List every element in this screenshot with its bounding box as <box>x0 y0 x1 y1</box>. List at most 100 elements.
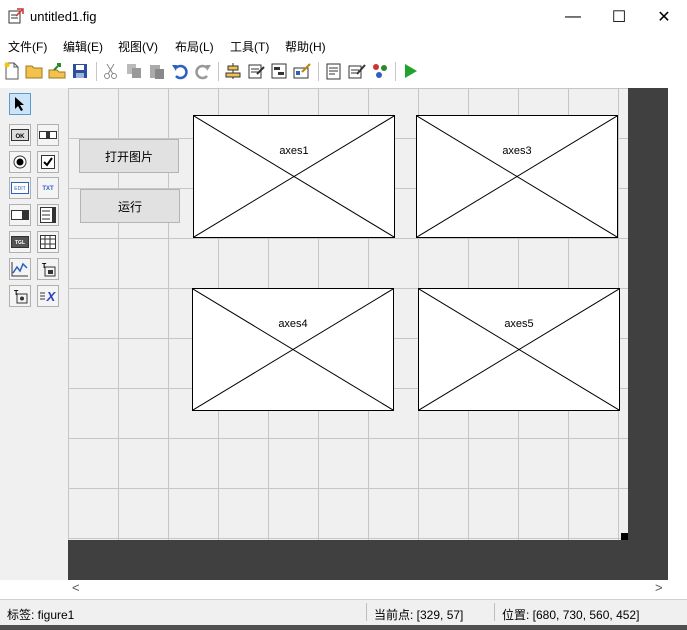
edit-text-icon: EDIT <box>11 182 29 194</box>
property-inspector-icon[interactable] <box>348 62 366 80</box>
scroll-left-icon[interactable]: < <box>72 580 80 595</box>
close-button[interactable]: ✕ <box>641 0 687 34</box>
run-figure-icon[interactable] <box>401 62 419 80</box>
static-text-icon: TXT <box>42 186 54 192</box>
menu-help[interactable]: 帮助(H) <box>285 38 326 55</box>
editor-icon[interactable] <box>325 62 343 80</box>
popup-menu-tool[interactable] <box>9 204 31 226</box>
horizontal-scrollbar[interactable]: < > <box>68 580 668 597</box>
object-browser-icon[interactable] <box>371 62 389 80</box>
minimize-icon: — <box>565 8 581 25</box>
button-group-icon: T <box>14 290 28 304</box>
open-folder-icon[interactable] <box>25 62 43 80</box>
checkbox-icon <box>41 155 55 169</box>
axes-cross-icon <box>194 116 394 237</box>
menu-bar: 文件(F) 编辑(E) 视图(V) 布局(L) 工具(T) 帮助(H) <box>0 34 687 56</box>
activex-control-icon: X <box>40 289 57 303</box>
table-tool[interactable] <box>37 231 59 253</box>
matlab-guide-icon <box>8 8 24 24</box>
maximize-button[interactable]: ☐ <box>596 0 642 34</box>
copy-icon[interactable] <box>125 62 143 80</box>
canvas-outside-area <box>628 88 668 540</box>
minimize-button[interactable]: — <box>550 0 596 34</box>
listbox-icon <box>40 207 56 223</box>
axes-plot-icon <box>11 262 28 277</box>
checkbox-tool[interactable] <box>37 151 59 173</box>
redo-icon[interactable] <box>194 62 212 80</box>
component-palette: OK EDIT TXT TGL T T X <box>0 88 68 580</box>
status-position: 位置: [680, 730, 560, 452] <box>502 608 640 622</box>
menu-layout[interactable]: 布局(L) <box>175 38 214 55</box>
listbox-tool[interactable] <box>37 204 59 226</box>
status-tag: 标签: figure1 <box>7 608 75 622</box>
menu-file[interactable]: 文件(F) <box>8 38 47 55</box>
status-bar: 标签: figure1 当前点: [329, 57] 位置: [680, 730… <box>0 599 687 626</box>
static-text-tool[interactable]: TXT <box>37 177 59 199</box>
export-icon[interactable] <box>48 62 66 80</box>
panel-icon: T <box>42 263 56 277</box>
toolbar-separator <box>395 62 396 81</box>
axes-cross-icon <box>193 289 393 410</box>
open-image-button[interactable]: 打开图片 <box>79 139 179 173</box>
axes-label: axes5 <box>504 318 534 330</box>
slider-tool[interactable] <box>37 124 59 146</box>
menu-editor-icon[interactable] <box>247 62 265 80</box>
menu-edit[interactable]: 编辑(E) <box>63 38 103 55</box>
status-current-point: 当前点: [329, 57] <box>374 608 464 622</box>
maximize-icon: ☐ <box>611 9 627 26</box>
undo-icon[interactable] <box>171 62 189 80</box>
activex-tool[interactable]: X <box>37 285 59 307</box>
scroll-right-icon[interactable]: > <box>655 580 663 595</box>
menu-tools[interactable]: 工具(T) <box>230 38 269 55</box>
svg-text:TXT: TXT <box>42 186 54 192</box>
push-button-icon: OK <box>11 129 29 141</box>
radio-button-tool[interactable] <box>9 151 31 173</box>
run-button[interactable]: 运行 <box>80 189 180 223</box>
axes4-placeholder[interactable]: axes4 <box>192 288 394 411</box>
axes-cross-icon <box>419 289 619 410</box>
background-strip <box>0 625 687 630</box>
button-group-tool[interactable]: T <box>9 285 31 307</box>
toolbar <box>0 58 687 86</box>
select-tool[interactable] <box>9 93 31 115</box>
vertical-scrollbar[interactable] <box>668 88 687 580</box>
window-title: untitled1.fig <box>30 9 97 24</box>
radio-button-icon <box>13 155 27 169</box>
paste-icon[interactable] <box>148 62 166 80</box>
axes-cross-icon <box>417 116 617 237</box>
popup-menu-icon <box>11 210 29 220</box>
toggle-button-tool[interactable]: TGL <box>9 231 31 253</box>
axes-label: axes3 <box>502 145 532 157</box>
arrow-cursor-icon <box>15 97 24 111</box>
toggle-button-icon: TGL <box>11 236 29 248</box>
status-separator <box>366 603 367 621</box>
axes5-placeholder[interactable]: axes5 <box>418 288 620 411</box>
slider-icon <box>39 131 57 139</box>
axes1-placeholder[interactable]: axes1 <box>193 115 395 238</box>
axes-tool[interactable] <box>9 258 31 280</box>
title-bar: untitled1.fig — ☐ ✕ <box>0 0 687 34</box>
cut-icon[interactable] <box>102 62 120 80</box>
new-file-icon[interactable] <box>3 62 21 80</box>
edit-text-tool[interactable]: EDIT <box>9 177 31 199</box>
push-button-tool[interactable]: OK <box>9 124 31 146</box>
toolbar-separator <box>96 62 97 81</box>
menu-view[interactable]: 视图(V) <box>118 38 158 55</box>
save-icon[interactable] <box>71 62 89 80</box>
figure-resize-handle[interactable] <box>621 533 628 540</box>
table-icon <box>40 235 56 249</box>
axes3-placeholder[interactable]: axes3 <box>416 115 618 238</box>
align-objects-icon[interactable] <box>224 62 242 80</box>
tab-order-icon[interactable] <box>270 62 288 80</box>
svg-text:EDIT: EDIT <box>14 186 25 192</box>
svg-text:TGL: TGL <box>15 240 25 246</box>
toolbar-editor-icon[interactable] <box>293 62 311 80</box>
svg-text:OK: OK <box>16 134 26 140</box>
panel-tool[interactable]: T <box>37 258 59 280</box>
toolbar-separator <box>318 62 319 81</box>
canvas-outside-area <box>68 540 668 580</box>
close-icon: ✕ <box>657 9 671 26</box>
axes-label: axes4 <box>278 318 308 330</box>
status-separator <box>494 603 495 621</box>
svg-text:X: X <box>46 289 57 303</box>
